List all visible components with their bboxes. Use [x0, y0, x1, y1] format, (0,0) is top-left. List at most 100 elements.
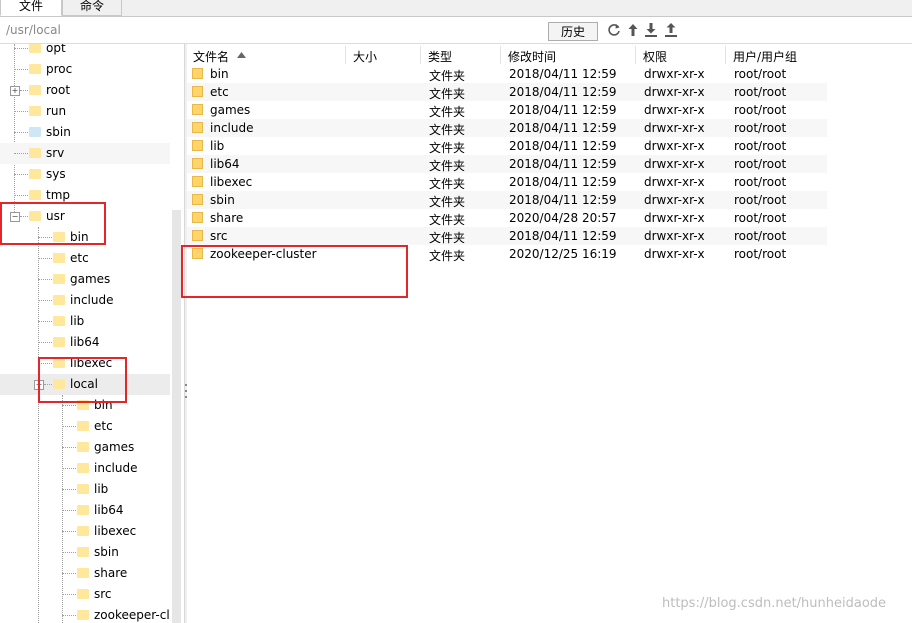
tree-item-usr-lib[interactable]: lib — [0, 311, 170, 332]
tree-scrollbar[interactable] — [172, 210, 181, 623]
file-permission: drwxr-xr-x — [644, 67, 705, 81]
tree-item-usr-games[interactable]: games — [0, 269, 170, 290]
tree-item-label: games — [94, 440, 135, 454]
column-header-mtime[interactable]: 修改时间 — [508, 48, 556, 65]
file-row[interactable]: share 文件夹 2020/04/28 20:57 drwxr-xr-x ro… — [187, 209, 827, 227]
annotation-box-local — [38, 357, 127, 403]
tab-bar: 文件 命令 — [0, 0, 912, 17]
tree-item-label: run — [46, 104, 67, 118]
folder-icon — [77, 589, 89, 599]
file-row[interactable]: lib 文件夹 2018/04/11 12:59 drwxr-xr-x root… — [187, 137, 827, 155]
file-row[interactable]: libexec 文件夹 2018/04/11 12:59 drwxr-xr-x … — [187, 173, 827, 191]
tree-item-sbin[interactable]: sbin — [0, 122, 170, 143]
folder-icon — [192, 158, 203, 169]
file-owner: root/root — [734, 175, 787, 189]
column-header-owner[interactable]: 用户/用户组 — [733, 48, 797, 65]
file-row[interactable]: etc 文件夹 2018/04/11 12:59 drwxr-xr-x root… — [187, 83, 827, 101]
column-divider[interactable] — [420, 46, 421, 64]
folder-icon — [29, 169, 41, 179]
column-header-type[interactable]: 类型 — [428, 48, 452, 65]
file-mtime: 2018/04/11 12:59 — [509, 175, 617, 189]
tree-item-label: sys — [46, 167, 66, 181]
file-permission: drwxr-xr-x — [644, 85, 705, 99]
file-permission: drwxr-xr-x — [644, 193, 705, 207]
tree-item-label: tmp — [46, 188, 71, 202]
tree-item-label: proc — [46, 62, 73, 76]
file-type: 文件夹 — [429, 231, 466, 245]
file-row[interactable]: sbin 文件夹 2018/04/11 12:59 drwxr-xr-x roo… — [187, 191, 827, 209]
tab-commands[interactable]: 命令 — [62, 0, 122, 16]
column-divider[interactable] — [635, 46, 636, 64]
tree-item-local-etc[interactable]: etc — [0, 416, 170, 437]
tree-item-label: etc — [94, 419, 113, 433]
column-divider[interactable] — [345, 46, 346, 64]
file-owner: root/root — [734, 85, 787, 99]
file-name: bin — [210, 67, 229, 81]
upload-icon[interactable] — [663, 22, 679, 38]
column-divider[interactable] — [500, 46, 501, 64]
tree-item-usr-lib64[interactable]: lib64 — [0, 332, 170, 353]
up-arrow-icon[interactable] — [625, 22, 641, 38]
tree-item-label: share — [94, 566, 128, 580]
tab-files[interactable]: 文件 — [0, 0, 62, 16]
tree-item-local-games[interactable]: games — [0, 437, 170, 458]
file-name: libexec — [210, 175, 253, 189]
tree-item-local-lib[interactable]: lib — [0, 479, 170, 500]
column-divider[interactable] — [725, 46, 726, 64]
file-mtime: 2020/12/25 16:19 — [509, 247, 617, 261]
tree-item-opt[interactable]: opt — [0, 44, 170, 59]
file-name: sbin — [210, 193, 235, 207]
tree-item-proc[interactable]: proc — [0, 59, 170, 80]
tree-item-local-sbin[interactable]: sbin — [0, 542, 170, 563]
folder-icon — [77, 484, 89, 494]
file-owner: root/root — [734, 121, 787, 135]
tree-item-label: root — [46, 83, 71, 97]
tree-item-usr-include[interactable]: include — [0, 290, 170, 311]
file-row[interactable]: games 文件夹 2018/04/11 12:59 drwxr-xr-x ro… — [187, 101, 827, 119]
folder-icon — [77, 610, 89, 620]
file-permission: drwxr-xr-x — [644, 139, 705, 153]
file-row[interactable]: src 文件夹 2018/04/11 12:59 drwxr-xr-x root… — [187, 227, 827, 245]
download-icon[interactable] — [643, 22, 659, 38]
column-header-permission[interactable]: 权限 — [643, 48, 667, 65]
tree-item-local-zookeeper[interactable]: zookeeper-cl — [0, 605, 172, 623]
file-row[interactable]: lib64 文件夹 2018/04/11 12:59 drwxr-xr-x ro… — [187, 155, 827, 173]
folder-icon — [192, 194, 203, 205]
tree-item-local-lib64[interactable]: lib64 — [0, 500, 170, 521]
history-button[interactable]: 历史 — [548, 22, 598, 41]
tree-item-run[interactable]: run — [0, 101, 170, 122]
tree-item-local-src[interactable]: src — [0, 584, 170, 605]
file-owner: root/root — [734, 157, 787, 171]
tree-item-local-libexec[interactable]: libexec — [0, 521, 170, 542]
refresh-icon[interactable] — [606, 22, 622, 38]
folder-icon — [29, 64, 41, 74]
column-header-size[interactable]: 大小 — [353, 48, 377, 65]
file-mtime: 2018/04/11 12:59 — [509, 85, 617, 99]
tree-item-usr-etc[interactable]: etc — [0, 248, 170, 269]
folder-icon — [77, 547, 89, 557]
file-row[interactable]: include 文件夹 2018/04/11 12:59 drwxr-xr-x … — [187, 119, 827, 137]
folder-icon — [77, 463, 89, 473]
tree-item-local-include[interactable]: include — [0, 458, 170, 479]
folder-icon — [77, 526, 89, 536]
column-header-name[interactable]: 文件名 — [193, 48, 229, 65]
tree-item-root[interactable]: + root — [0, 80, 170, 101]
file-owner: root/root — [734, 211, 787, 225]
folder-icon — [53, 316, 65, 326]
tree-item-local-share[interactable]: share — [0, 563, 170, 584]
path-input[interactable] — [6, 21, 536, 39]
folder-icon — [77, 505, 89, 515]
file-mtime: 2018/04/11 12:59 — [509, 103, 617, 117]
folder-icon — [29, 148, 41, 158]
file-mtime: 2018/04/11 12:59 — [509, 139, 617, 153]
file-permission: drwxr-xr-x — [644, 175, 705, 189]
file-owner: root/root — [734, 139, 787, 153]
link-folder-icon — [29, 127, 41, 137]
file-row[interactable]: bin 文件夹 2018/04/11 12:59 drwxr-xr-x root… — [187, 65, 827, 83]
file-owner: root/root — [734, 67, 787, 81]
file-name: share — [210, 211, 244, 225]
file-type: 文件夹 — [429, 195, 466, 209]
tree-item-srv[interactable]: srv — [0, 143, 170, 164]
tree-item-sys[interactable]: sys — [0, 164, 170, 185]
expand-icon[interactable]: + — [10, 86, 20, 96]
